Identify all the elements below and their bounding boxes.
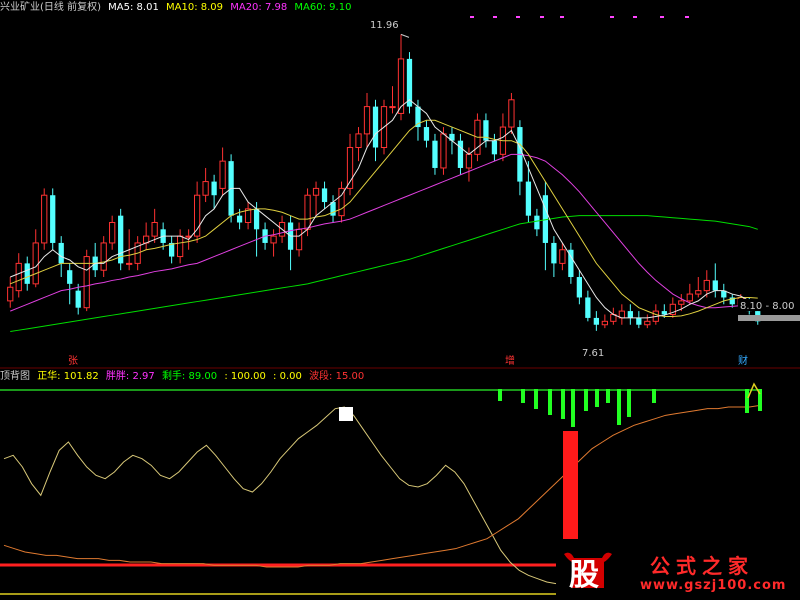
candle-body-up [644, 320, 651, 326]
signal-bar-green [606, 389, 610, 403]
signal-bar-green [652, 389, 656, 403]
signal-bar-green [617, 389, 621, 425]
candle-body-up [601, 320, 608, 326]
signal-bar-green [548, 389, 552, 415]
candle-body-up [363, 106, 371, 135]
candle-body-down [58, 242, 64, 264]
candle-body-up [508, 99, 515, 128]
candle-body-up [202, 181, 209, 196]
marker-zeng: 增 [505, 354, 515, 367]
price-pane [7, 16, 761, 333]
candle-body-up [126, 262, 133, 265]
candle-body-up [109, 221, 116, 244]
candle-body-up [686, 293, 693, 302]
candle-body-up [219, 160, 226, 189]
candle-body-up [678, 300, 685, 305]
pangpang-line [3, 404, 761, 568]
candle-body-up [355, 133, 362, 149]
candle-body-up [465, 153, 473, 169]
price-tag: 8.10 - 8.00 [740, 301, 795, 312]
signal-bar-green [561, 389, 565, 419]
brand-name: 公式之家 [650, 554, 754, 578]
candle-body-down [236, 215, 243, 223]
candle-body-down [253, 208, 260, 230]
candle-body-up [32, 242, 39, 285]
signal-bar-green [584, 389, 588, 411]
candle-body-down [636, 317, 642, 325]
signal-bar-green [745, 389, 749, 413]
candle-body-down [321, 188, 328, 203]
candle-body-down [211, 181, 217, 196]
candle-body-down [457, 140, 464, 168]
marker-zhang: 张 [68, 355, 78, 367]
candle-body-down [423, 127, 430, 141]
candle-body-down [24, 263, 30, 284]
brand-url: www.gszj100.com [640, 578, 787, 593]
candle-body-up [83, 256, 90, 309]
zhenghua-line [3, 406, 557, 585]
candle-body-up [177, 235, 184, 258]
candle-body-down [75, 290, 81, 308]
signal-bar-green [595, 389, 599, 407]
candle-body-down [593, 317, 599, 325]
candle-body-up [559, 249, 566, 264]
high-pointer [400, 33, 410, 38]
candle-body-down [432, 140, 438, 168]
candle-body-up [703, 279, 710, 292]
current-price-bar [738, 315, 800, 321]
candle-body-up [100, 242, 107, 271]
candle-body-down [661, 311, 667, 315]
chart-stage: 11.96 7.61 8.10 - 8.00 张 增 财 [0, 16, 800, 595]
signal-bar-red [563, 431, 578, 539]
candle-body-down [712, 280, 718, 291]
candle-body-up [295, 228, 303, 251]
logo-char: 股 [569, 558, 599, 593]
signal-bar-green [498, 389, 502, 401]
signal-bar-green [571, 389, 575, 427]
candle-body-down [585, 297, 591, 318]
candle-body-up [15, 262, 22, 292]
candle-body-up [151, 221, 158, 237]
candle-body-up [389, 106, 396, 109]
candle-body-down [372, 106, 379, 148]
candle-body-down [67, 270, 73, 284]
signal-bar-green [627, 389, 631, 417]
candle-body-up [7, 286, 14, 302]
signal-bar-green [534, 389, 538, 409]
candle-body-up [304, 194, 311, 230]
candle-body-down [576, 277, 583, 298]
candle-body-down [627, 311, 633, 318]
marker-cai: 财 [738, 354, 748, 367]
candle-body-down [525, 181, 532, 216]
candle-body-up [41, 194, 48, 244]
candle-body-down [50, 195, 56, 243]
candle-body-up [270, 235, 277, 244]
candle-body-up [312, 187, 320, 196]
low-label: 7.61 [582, 348, 604, 359]
candle-body-down [551, 242, 557, 264]
candle-body-down [491, 140, 498, 155]
signal-bar-green [521, 389, 525, 403]
watermark: 股 公式之家 www.gszj100.com [556, 546, 800, 600]
candle-body-up [695, 290, 702, 295]
peak-marker [339, 407, 353, 421]
candle-body-down [534, 215, 540, 230]
candle-body-up [440, 133, 447, 169]
high-label: 11.96 [370, 20, 399, 31]
